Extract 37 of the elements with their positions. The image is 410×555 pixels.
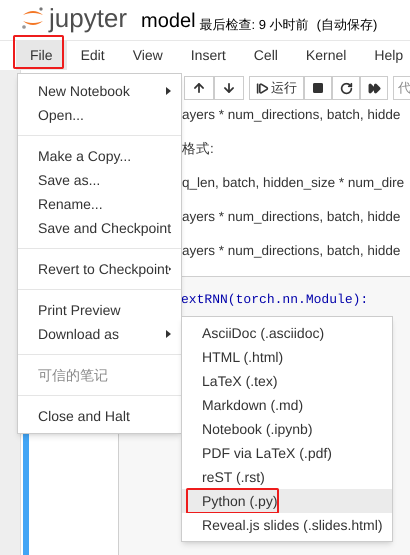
cell-text: 格式: [182,140,215,158]
download-option[interactable]: Markdown (.md) [182,393,392,417]
download-option[interactable]: LaTeX (.tex) [182,369,392,393]
menu-item[interactable]: Cell [240,41,292,70]
jupyter-logo[interactable]: jupyter [20,5,128,31]
download-option[interactable]: Notebook (.ipynb) [182,417,392,441]
download-option[interactable]: reST (.rst) [182,465,392,489]
menu-item[interactable]: Edit [66,41,119,70]
file-menu-item[interactable]: Open... [18,103,181,127]
download-option[interactable]: AsciiDoc (.asciidoc) [182,321,392,345]
file-menu-item[interactable]: Save and Checkpoint [18,216,181,240]
cell-text: q_len, batch, hidden_size * num_dire [182,174,406,192]
cell-text: ayers * num_directions, batch, hidde [182,106,402,124]
run-button[interactable]: 运行 [249,76,304,100]
cell-text: ayers * num_directions, batch, hidde [182,242,402,260]
file-menu-item[interactable]: New Notebook [18,79,181,103]
menu-item[interactable]: Insert [176,41,240,70]
notebook-name[interactable]: model [141,11,196,31]
file-menu-item[interactable]: Make a Copy... [18,144,181,168]
menu-item[interactable]: View [118,41,177,70]
autosave-status: (自动保存) [316,18,378,31]
file-menu-item[interactable]: Download as [18,322,181,346]
file-menu-item[interactable]: Rename... [18,192,181,216]
menu-item[interactable]: Help [360,41,410,70]
menu-item[interactable]: File [16,41,67,70]
cell-text: ayers * num_directions, batch, hidde [182,208,402,226]
file-menu-item[interactable]: Print Preview [18,298,181,322]
file-menu-item[interactable]: Revert to Checkpoint [18,257,181,281]
download-option[interactable]: Reveal.js slides (.slides.html) [182,513,392,537]
file-menu-item[interactable]: Close and Halt [18,404,181,428]
download-option[interactable]: HTML (.html) [182,345,392,369]
download-option[interactable]: Python (.py) [182,489,392,513]
code-line: extRNN(torch.nn.Module): [181,292,368,307]
checkpoint-status: 最后检查: 9 小时前 [200,18,309,31]
file-menu-item[interactable]: Save as... [18,168,181,192]
download-option[interactable]: PDF via LaTeX (.pdf) [182,441,392,465]
menu-item[interactable]: Kernel [292,41,360,70]
